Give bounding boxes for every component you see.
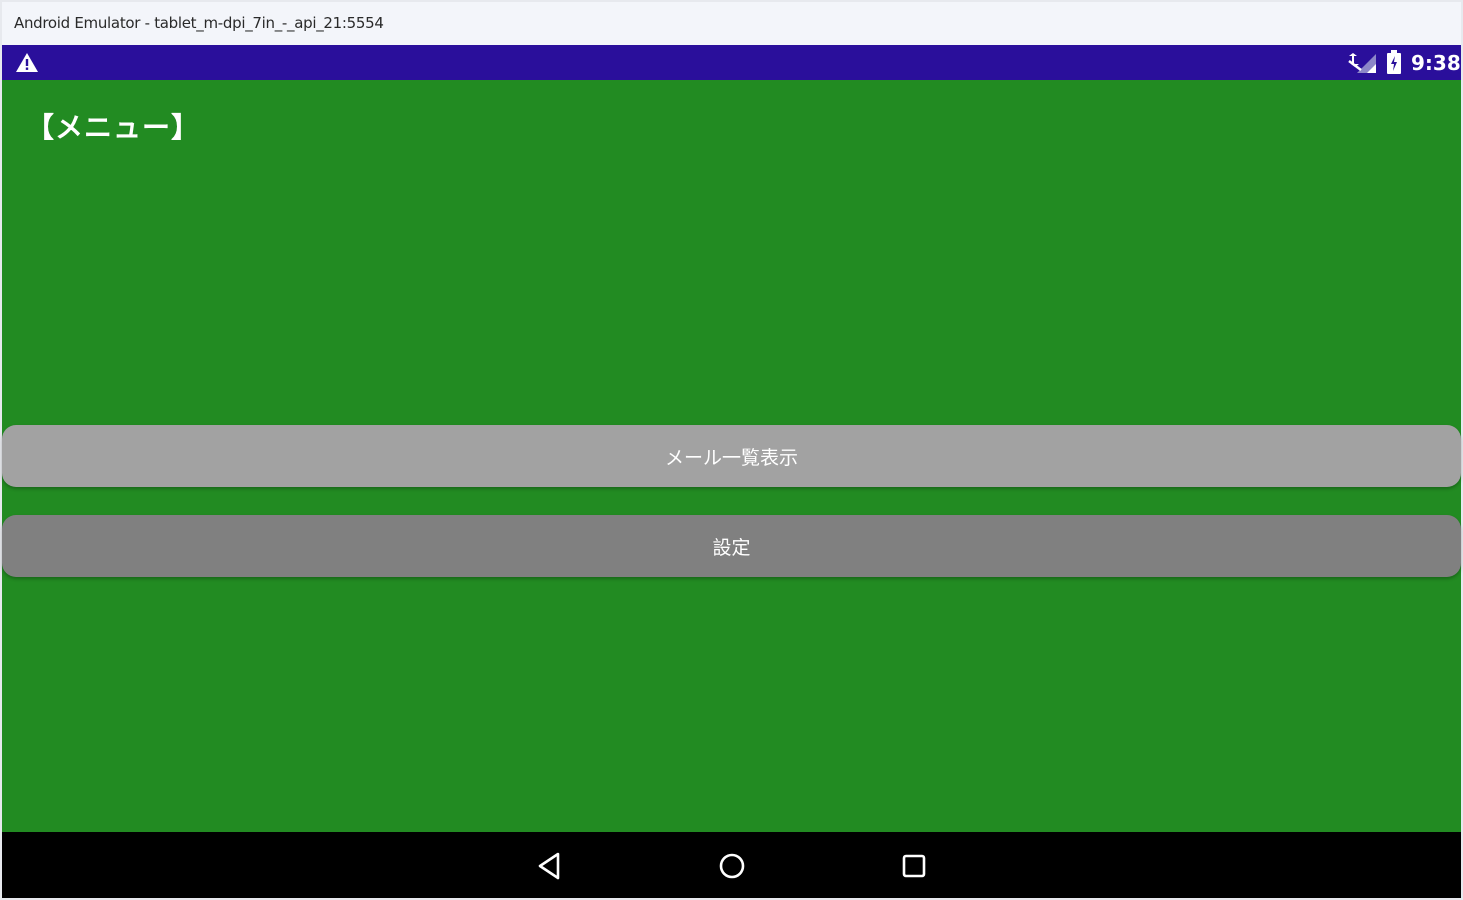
android-nav-bar [2,832,1461,898]
android-status-bar: 9:38 [2,45,1461,80]
back-icon[interactable] [534,850,566,882]
home-icon[interactable] [716,850,748,882]
status-clock: 9:38 [1411,51,1461,75]
battery-icon [1387,50,1401,74]
window-titlebar[interactable]: Android Emulator - tablet_m-dpi_7in_-_ap… [2,2,1461,44]
mail-list-button[interactable]: メール一覧表示 [2,425,1461,487]
warning-icon [16,53,38,72]
settings-button[interactable]: 設定 [2,515,1461,577]
recents-icon[interactable] [898,850,930,882]
signal-icon [1348,53,1376,73]
page-title: 【メニュー】 [26,111,201,144]
app-screen: 【メニュー】 メール一覧表示 設定 [2,80,1461,832]
window-title: Android Emulator - tablet_m-dpi_7in_-_ap… [14,14,384,32]
